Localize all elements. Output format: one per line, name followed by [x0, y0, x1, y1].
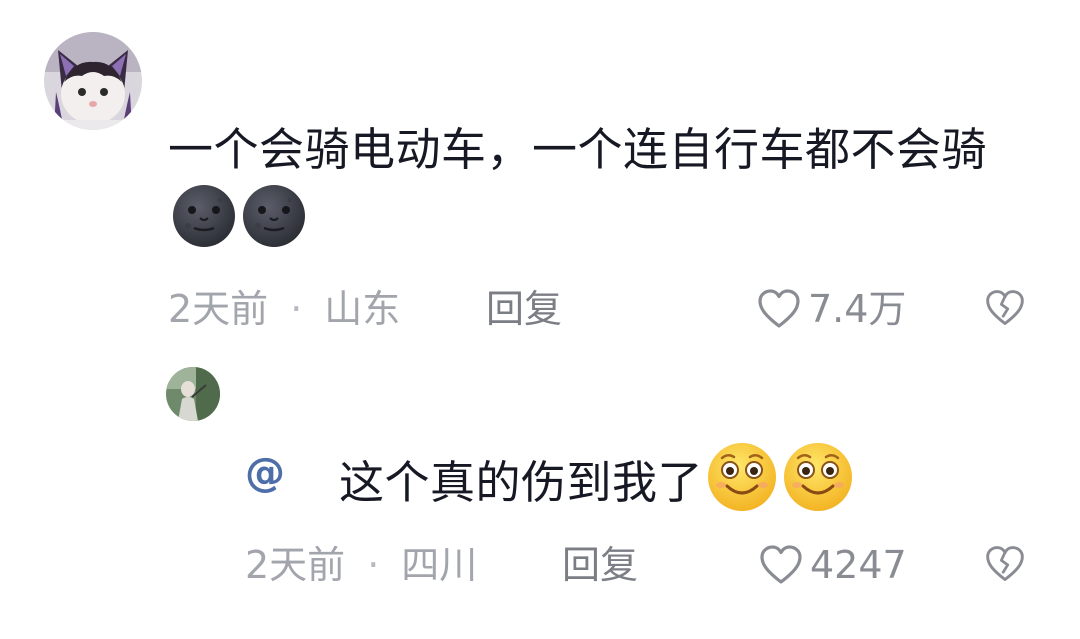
meta-separator: ·	[367, 543, 380, 587]
avatar[interactable]	[44, 32, 142, 130]
reply-meta: 2天前 · 四川	[245, 540, 477, 590]
heart-icon	[756, 288, 802, 330]
reply-like-count: 4247	[810, 543, 907, 587]
mention-icon: @	[245, 450, 285, 496]
comment-meta: 2天前 · 山东	[168, 284, 400, 334]
cat-avatar-image	[44, 32, 142, 130]
dislike-button[interactable]	[984, 288, 1026, 332]
broken-heart-icon	[984, 290, 1026, 332]
new-moon-face-emoji	[240, 182, 308, 250]
reply-body: 这个真的伤到我了	[339, 456, 704, 509]
comment-body: 一个会骑电动车，一个连自行车都不会骑	[168, 123, 988, 176]
reply-dislike-button[interactable]	[984, 544, 1026, 588]
reply-reply-button[interactable]: 回复	[562, 540, 638, 590]
reply-time: 2天前	[245, 543, 346, 587]
smiling-face-emoji	[705, 440, 779, 514]
broken-heart-icon	[984, 546, 1026, 588]
meta-separator: ·	[290, 287, 303, 331]
reply-location: 四川	[401, 543, 478, 587]
reply-text: 这个真的伤到我了	[339, 440, 855, 515]
reply-like-button[interactable]: 4247	[758, 540, 907, 590]
new-moon-face-emoji	[170, 182, 238, 250]
heart-icon	[758, 544, 804, 586]
reply-avatar[interactable]	[166, 367, 220, 421]
like-button[interactable]: 7.4万	[756, 284, 906, 334]
reply-avatar-image	[166, 367, 220, 421]
comment-location: 山东	[324, 287, 401, 331]
smiling-face-emoji	[781, 440, 855, 514]
like-count: 7.4万	[808, 287, 907, 331]
reply-button[interactable]: 回复	[486, 284, 562, 334]
comment-text: 一个会骑电动车，一个连自行车都不会骑	[168, 118, 1038, 253]
comment-time: 2天前	[168, 287, 269, 331]
